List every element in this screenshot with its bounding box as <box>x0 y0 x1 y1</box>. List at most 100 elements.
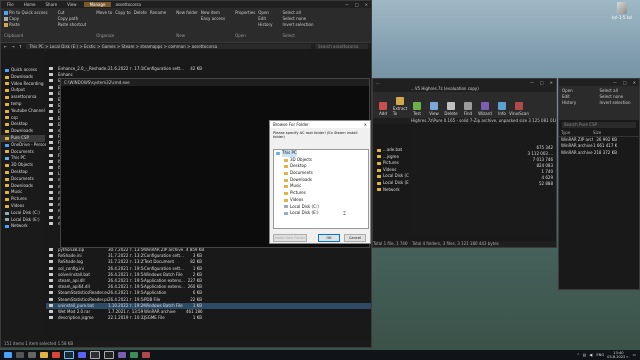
close-icon[interactable]: ✕ <box>550 79 553 86</box>
select-all-button[interactable]: Select all <box>283 10 314 15</box>
invert-selection-button[interactable]: Invert selection <box>600 100 637 105</box>
obs-icon[interactable] <box>90 351 100 359</box>
minimize-icon[interactable]: — <box>613 80 617 85</box>
nav-item[interactable]: Desktop <box>1 121 45 128</box>
paste-button[interactable]: Paste <box>4 22 48 27</box>
winrar-address[interactable]: Highres.7z\Pure 0.165 - solid 7-Zip arch… <box>373 118 556 124</box>
desktop-shortcut[interactable]: ksl-1-5 ksl <box>610 2 634 20</box>
select-none-button[interactable]: Select none <box>600 94 637 99</box>
make-new-folder-button[interactable]: Make New Folder <box>273 234 307 242</box>
nav-item[interactable]: csp <box>1 115 45 122</box>
rename-button[interactable]: Rename <box>150 10 166 38</box>
nav-item[interactable]: Network <box>1 223 45 230</box>
nav-item[interactable]: Documents <box>1 176 45 183</box>
network-icon[interactable]: ▤ <box>583 353 586 357</box>
winrar-view-button[interactable]: View <box>427 102 441 116</box>
tab-share[interactable]: Share <box>43 2 61 7</box>
task-view-icon[interactable] <box>28 352 36 358</box>
app-icon[interactable] <box>142 352 150 358</box>
nav-item[interactable]: Desktop <box>1 169 45 176</box>
search-input[interactable]: Search Pure CSP <box>562 122 636 128</box>
edit-button[interactable]: Edit <box>562 94 599 99</box>
tree-item[interactable]: Documents <box>274 170 368 177</box>
column-header-size[interactable]: Size <box>593 130 617 136</box>
steam-icon[interactable] <box>64 351 74 359</box>
nav-item[interactable]: ...jsgme <box>373 154 408 161</box>
nav-item[interactable]: Local Disk (E:) <box>373 180 412 187</box>
edit-button[interactable]: Edit <box>258 16 272 21</box>
pin-quick-access-button[interactable]: Pin to Quick access <box>4 10 48 15</box>
history-button[interactable]: History <box>258 22 272 27</box>
nav-item[interactable]: assettocorsa <box>1 94 45 101</box>
nav-item[interactable]: Videos <box>373 167 408 174</box>
maximize-icon[interactable]: □ <box>623 80 627 85</box>
tree-item[interactable]: Local Disk (C:) <box>274 204 368 211</box>
nav-item[interactable]: Network <box>373 187 408 194</box>
nav-item[interactable]: This PC <box>1 155 45 162</box>
nav-item[interactable]: Local Disk (E:) <box>1 217 45 224</box>
winrar-delete-button[interactable]: Delete <box>444 102 458 116</box>
nav-item[interactable]: 3D Objects <box>1 162 45 169</box>
chevron-up-icon[interactable]: ^ <box>577 353 580 357</box>
nav-item[interactable]: OneDrive - Personal <box>1 142 51 149</box>
copy-button[interactable]: Copy <box>4 16 48 21</box>
start-icon[interactable] <box>4 352 12 358</box>
file-row[interactable]: description.jsgme 22.1.2019 г. 10:32 JSGME… <box>46 315 371 321</box>
tree-item[interactable]: 3D Objects <box>274 157 368 164</box>
tree-item[interactable]: This PC <box>274 150 368 157</box>
nav-item[interactable]: Downloads <box>1 183 45 190</box>
tree-item[interactable]: Pictures <box>274 190 368 197</box>
nav-item[interactable]: Downloads <box>1 128 45 135</box>
winrar-window[interactable]: ... — □ ✕ ...V5 Highres.7z (evaluation c… <box>372 78 557 248</box>
tree-item[interactable]: Music <box>274 183 368 190</box>
discord-icon[interactable] <box>78 352 86 358</box>
archive-entry-size[interactable]: 52 888 <box>409 181 556 187</box>
history-button[interactable]: History <box>562 100 599 105</box>
new-item-button[interactable]: New item <box>201 10 225 15</box>
nav-item[interactable]: Documents <box>1 149 45 156</box>
volume-icon[interactable]: ◀) <box>589 353 593 357</box>
select-all-button[interactable]: Select all <box>600 88 637 93</box>
language-indicator[interactable]: ENG <box>596 353 604 357</box>
winrar-add-button[interactable]: Add <box>376 102 390 116</box>
tree-item[interactable]: Local Disk (E:) <box>274 210 368 217</box>
cut-button[interactable]: Cut <box>58 10 87 15</box>
nav-item[interactable]: Pictures <box>1 196 45 203</box>
winrar-virusscan-button[interactable]: VirusScan <box>509 102 529 116</box>
tab-file[interactable]: File <box>4 2 17 7</box>
close-icon[interactable]: ✕ <box>633 80 636 85</box>
file-explorer-icon[interactable] <box>40 352 48 358</box>
app-icon[interactable] <box>130 352 138 358</box>
column-header-type[interactable]: Type <box>561 130 593 136</box>
clock[interactable]: 13:40 03.8.2022 г. <box>607 351 629 359</box>
tree-item[interactable]: Videos <box>274 197 368 204</box>
nav-item[interactable]: Quick access <box>1 67 45 74</box>
close-icon[interactable]: ✕ <box>365 2 368 7</box>
winrar-extract-to-button[interactable]: Extract To <box>393 97 407 116</box>
easy-access-button[interactable]: Easy access <box>201 16 225 21</box>
tab-view[interactable]: View <box>64 2 80 7</box>
cmd-icon[interactable] <box>104 351 114 359</box>
nav-item[interactable]: Pictures <box>373 160 408 167</box>
paste-shortcut-button[interactable]: Paste shortcut <box>58 22 87 27</box>
notification-icon[interactable]: ▭ <box>633 353 636 357</box>
nav-item[interactable]: temp <box>1 101 45 108</box>
winrar-test-button[interactable]: Test <box>410 102 424 116</box>
open-button[interactable]: Open <box>258 10 272 15</box>
cancel-button[interactable]: Cancel <box>344 234 366 242</box>
browse-folder-dialog[interactable]: Browse For Folder ✕ Please specify AC ro… <box>269 120 371 244</box>
folder-tree[interactable]: This PC 3D Objects Desktop Documents Downloa… <box>273 149 369 229</box>
nav-item[interactable]: ...ade.bat <box>373 147 408 154</box>
winrar-icon[interactable] <box>118 352 126 358</box>
open-button[interactable]: Open <box>562 88 599 93</box>
file-row[interactable]: WinRAR archive 218 372 KB <box>559 150 639 156</box>
delete-button[interactable]: Delete <box>134 10 147 38</box>
search-icon[interactable] <box>16 352 24 358</box>
maximize-icon[interactable]: □ <box>540 79 544 86</box>
copy-path-button[interactable]: Copy path <box>58 16 87 21</box>
winrar-wizard-button[interactable]: Wizard <box>478 102 492 116</box>
nav-item[interactable]: Music <box>1 189 45 196</box>
nav-item[interactable]: Video Recording <box>1 81 45 88</box>
minimize-icon[interactable]: — <box>345 2 349 7</box>
invert-selection-button[interactable]: Invert selection <box>283 22 314 27</box>
